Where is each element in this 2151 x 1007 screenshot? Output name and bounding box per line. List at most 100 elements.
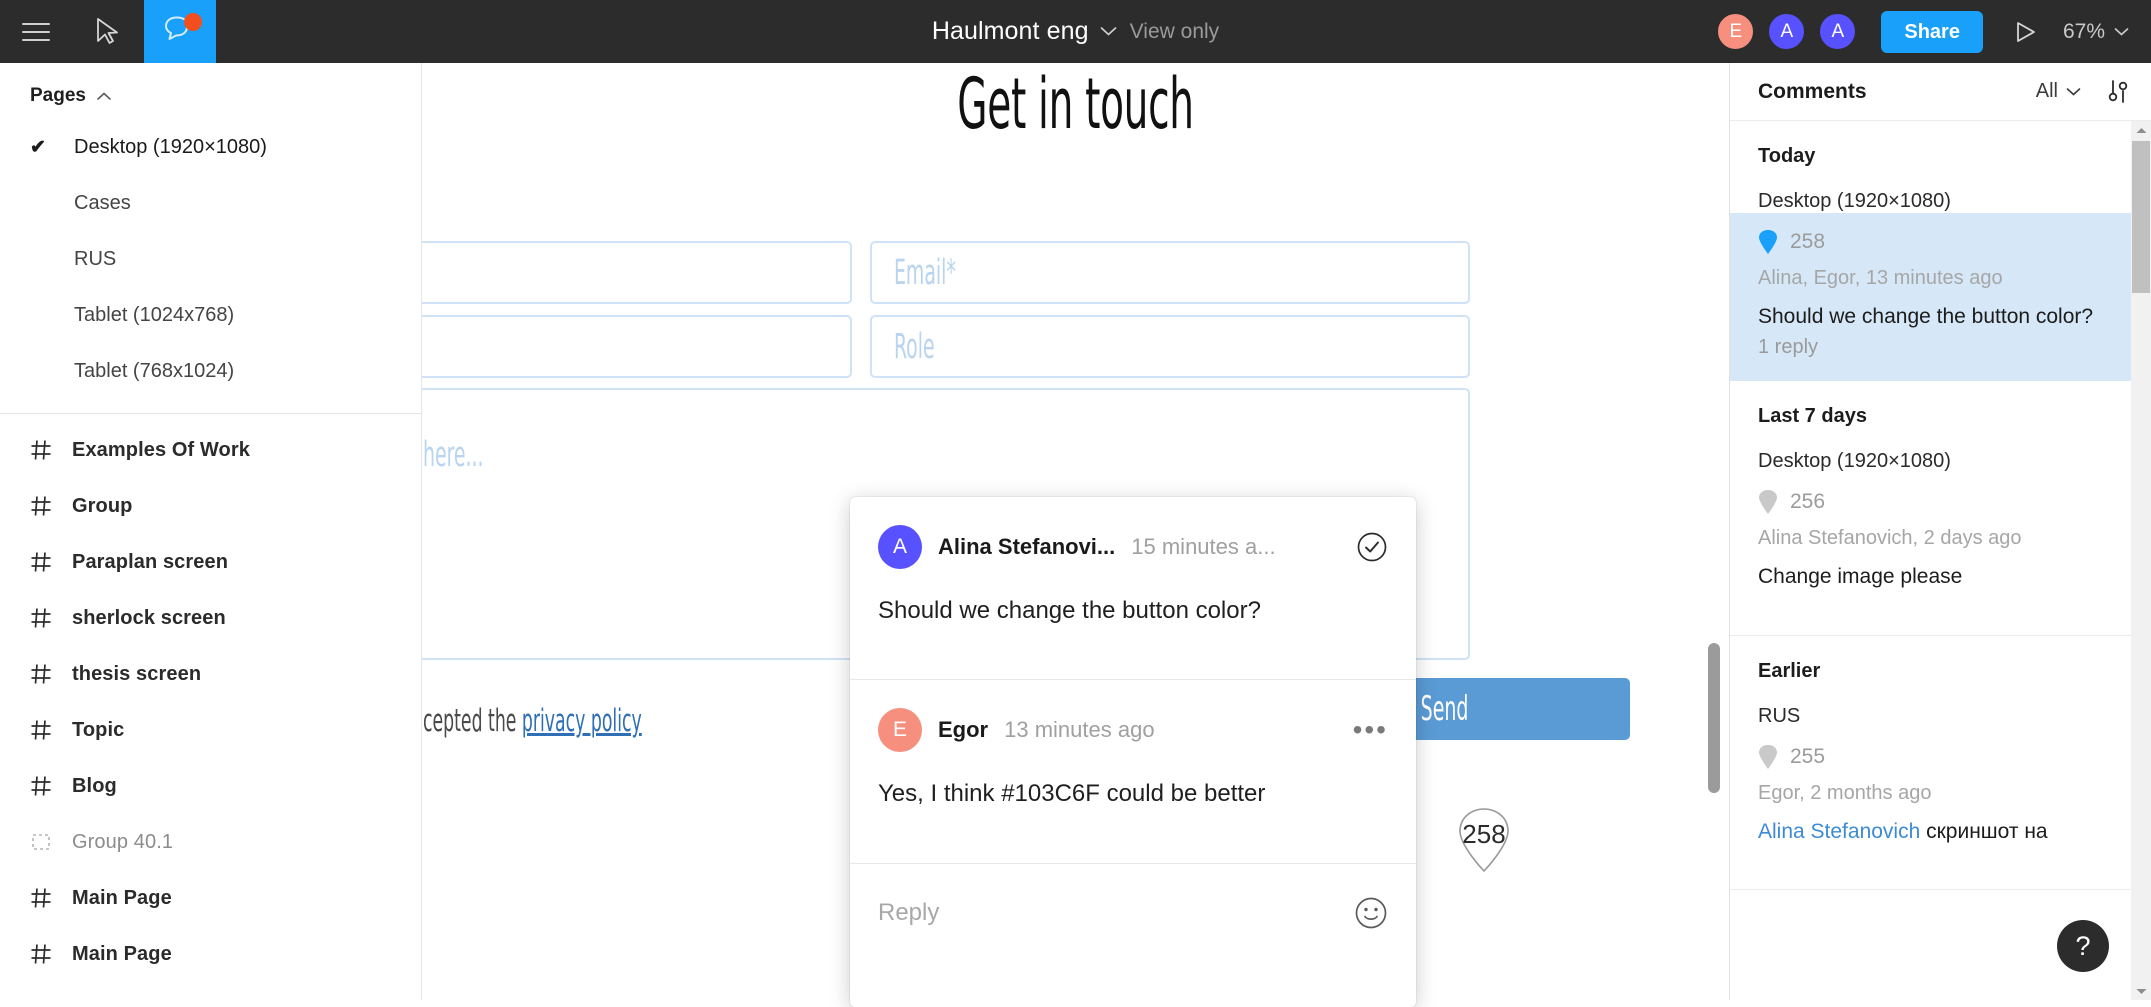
pages-list: ✔Desktop (1920×1080) Cases RUSTablet (1024… [0, 119, 421, 399]
role-input-field[interactable]: Role [870, 315, 1470, 378]
help-button[interactable]: ? [2057, 920, 2109, 972]
thread-header: 256 [1758, 489, 2109, 515]
thread-meta: Alina, Egor, 13 minutes ago [1758, 267, 2109, 290]
comment-thread-popup[interactable]: AAlina Stefanovi...15 minutes a...Should… [850, 497, 1416, 1007]
comments-scrollbar-track[interactable] [2131, 121, 2151, 1000]
privacy-policy-link[interactable]: privacy policy [522, 703, 642, 739]
thread-reply-count[interactable]: 1 reply [1758, 336, 2109, 359]
top-toolbar: Haulmont eng View only E A A Share 67% [0, 0, 2151, 63]
avatar[interactable]: A [1818, 12, 1857, 51]
emoji-smiley-icon [1354, 896, 1388, 930]
pages-section-header[interactable]: Pages [0, 63, 421, 107]
comment-options-button[interactable]: ••• [1353, 725, 1388, 735]
thread-text: Change image please [1758, 563, 2109, 590]
play-triangle-icon [2015, 20, 2037, 44]
layer-item[interactable]: Topic [0, 702, 421, 758]
avatar: E [878, 708, 922, 752]
layer-item[interactable]: Main Page [0, 870, 421, 926]
frame-hash-icon [30, 551, 72, 573]
message-placeholder: Your message here... [422, 435, 483, 475]
thread-text-rest: скриншот на [1920, 820, 2047, 843]
move-tool-button[interactable] [72, 0, 144, 63]
hamburger-menu-icon [22, 17, 50, 47]
avatar: A [878, 525, 922, 569]
divider [1730, 889, 2131, 890]
frame-hash-icon [30, 887, 72, 909]
page-item[interactable]: Tablet (1024x768) [0, 287, 421, 343]
comment-timestamp: 15 minutes a... [1131, 534, 1275, 560]
avatar[interactable]: A [1767, 12, 1806, 51]
page-item[interactable]: Tablet (768x1024) [0, 343, 421, 399]
chevron-down-icon[interactable] [1100, 26, 1117, 37]
page-item[interactable]: Cases [0, 175, 421, 231]
layer-item[interactable]: Main Page [0, 926, 421, 982]
comment-thread-item[interactable]: 258Alina, Egor, 13 minutes agoShould we … [1730, 213, 2131, 381]
name-input-field[interactable]: Name* [422, 241, 852, 304]
comments-scrollbar-thumb[interactable] [2132, 141, 2150, 293]
comments-sidebar: Comments All TodayDesktop (1920×1080)258… [1729, 63, 2151, 1000]
comment-timestamp: 13 minutes ago [1004, 717, 1154, 743]
reply-input[interactable]: Reply [878, 899, 939, 927]
layer-item[interactable]: sherlock screen [0, 590, 421, 646]
comment-frame-label: Desktop (1920×1080) [1730, 168, 2131, 213]
left-sidebar: Pages ✔Desktop (1920×1080)CasesRUSTablet… [0, 63, 422, 1000]
reply-row[interactable]: Reply [850, 864, 1416, 962]
comments-settings-button[interactable] [2105, 79, 2131, 105]
comment-frame-label: Desktop (1920×1080) [1730, 428, 2131, 473]
chevron-up-icon[interactable] [96, 91, 112, 101]
company-input-field[interactable]: Company [422, 315, 852, 378]
layer-item-label: Main Page [72, 943, 172, 966]
design-heading: Get in touch [670, 63, 1480, 145]
comment-thread-item[interactable]: 256 Alina Stefanovich, 2 days ago Change i… [1730, 473, 2131, 612]
email-input-field[interactable]: Email* [870, 241, 1470, 304]
scroll-down-arrow-icon[interactable] [2131, 982, 2151, 1000]
avatar[interactable]: E [1716, 12, 1755, 51]
comment-body: Yes, I think #103C6F could be better [878, 778, 1388, 862]
comment-pin-number: 258 [1450, 805, 1518, 863]
email-placeholder: Email* [894, 253, 956, 293]
scroll-up-arrow-icon[interactable] [2131, 121, 2151, 139]
emoji-button[interactable] [1354, 896, 1388, 930]
canvas-vertical-scrollbar[interactable] [1708, 643, 1720, 793]
resolve-comment-button[interactable] [1356, 531, 1388, 563]
page-item[interactable]: ✔Desktop (1920×1080) [0, 119, 421, 175]
layer-item[interactable]: thesis screen [0, 646, 421, 702]
comment-pin-marker[interactable]: 258 [1450, 805, 1518, 873]
share-button[interactable]: Share [1881, 11, 1983, 53]
comment-group-label: Earlier [1730, 636, 2131, 683]
page-item-label: Cases [74, 192, 131, 215]
thread-mention[interactable]: Alina Stefanovich [1758, 820, 1920, 843]
zoom-control[interactable]: 67% [2063, 20, 2129, 44]
present-button[interactable] [2007, 13, 2045, 51]
privacy-consent-text: I have read and accepted the privacy pol… [422, 703, 642, 739]
layer-item[interactable]: Group [0, 478, 421, 534]
comments-filter-dropdown[interactable]: All [2036, 80, 2081, 103]
comment-thread-item[interactable]: 255Egor, 2 months agoAlina Stefanovich с… [1730, 728, 2131, 867]
layer-item[interactable]: Paraplan screen [0, 534, 421, 590]
comment-group-label: Last 7 days [1730, 381, 2131, 428]
thread-text: Alina Stefanovich скриншот на [1758, 818, 2109, 845]
page-item-label: Desktop (1920×1080) [74, 136, 267, 159]
toolbar-right-group: E A A Share 67% [1704, 0, 2129, 63]
frame-hash-icon [30, 495, 72, 517]
comment-item: EEgor13 minutes ago•••Yes, I think #103C… [850, 680, 1416, 862]
layer-item-label: Group 40.1 [72, 831, 173, 854]
thread-meta: Alina Stefanovich, 2 days ago [1758, 527, 2109, 550]
popup-comment-list: AAlina Stefanovi...15 minutes a...Should… [850, 497, 1416, 863]
frame-hash-icon [30, 775, 72, 797]
comment-item: AAlina Stefanovi...15 minutes a...Should… [850, 497, 1416, 679]
comment-tool-button[interactable] [144, 0, 216, 63]
layer-item[interactable]: Blog [0, 758, 421, 814]
zoom-level-label: 67% [2063, 20, 2105, 44]
thread-number: 256 [1790, 490, 1825, 514]
layer-item[interactable]: Group 40.1 [0, 814, 421, 870]
layer-item[interactable]: Examples Of Work [0, 422, 421, 478]
frame-hash-icon [30, 719, 72, 741]
document-title[interactable]: Haulmont eng [932, 17, 1089, 46]
comment-frame-label: RUS [1730, 683, 2131, 728]
view-only-label: View only [1130, 20, 1220, 44]
page-item-label: Tablet (768x1024) [74, 360, 234, 383]
layer-item-label: Main Page [72, 887, 172, 910]
main-menu-button[interactable] [0, 0, 72, 63]
page-item[interactable]: RUS [0, 231, 421, 287]
